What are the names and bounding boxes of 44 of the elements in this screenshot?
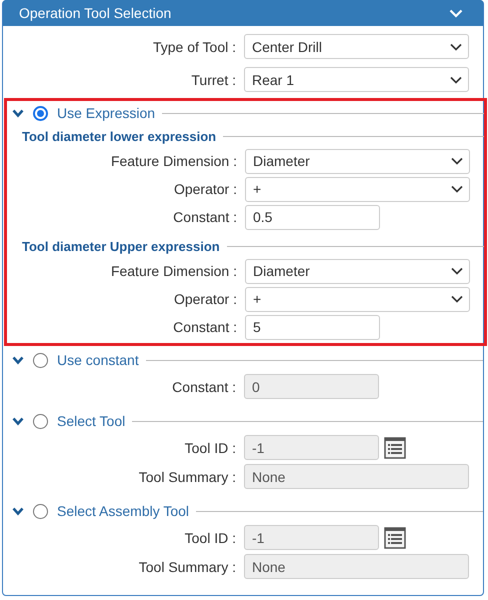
dropdown[interactable]: Center Drill [244,34,469,59]
caret-icon [451,295,463,303]
dropdown[interactable]: + [245,286,470,312]
chevron-icon[interactable] [12,416,24,426]
field-label: Turret : [190,72,237,88]
group-title: Tool diameter Upper expression [22,238,220,254]
caret-icon [450,42,462,50]
dropdown[interactable]: Diameter [245,148,470,174]
chevron-icon[interactable] [12,108,24,118]
radio-button[interactable] [33,504,48,518]
field-label: Feature Dimension : [110,153,238,169]
dropdown[interactable]: Diameter [245,258,470,284]
field-label: Constant : [172,319,238,335]
option-label[interactable]: Select Tool [57,413,126,429]
caret-icon [451,267,463,275]
caret-icon [451,185,463,193]
field-label: Type of Tool : [152,38,237,54]
field-label: Constant : [171,378,237,394]
field-label: Constant : [172,209,238,225]
panel-title: Operation Tool Selection [19,5,172,21]
caret-icon [450,76,462,84]
field-label: Operator : [172,291,238,307]
option-label[interactable]: Select Assembly Tool [57,503,190,519]
field-label: Operator : [172,181,238,197]
input-field[interactable]: 0.5 [245,204,380,230]
radio-button[interactable] [33,352,48,368]
field-label: Tool ID : [184,530,237,546]
list-icon[interactable] [384,436,406,458]
radio-button[interactable] [33,106,48,120]
chevron-icon[interactable] [12,506,24,516]
chevron-icon[interactable] [12,356,24,364]
field-label: Tool ID : [184,440,237,456]
option-label[interactable]: Use constant [57,352,139,368]
radio-button[interactable] [33,414,48,428]
field-label: Tool Summary : [138,468,237,484]
dropdown[interactable]: + [245,176,470,202]
list-icon[interactable] [384,526,406,548]
group-title: Tool diameter lower expression [22,128,216,144]
caret-icon [451,157,463,165]
option-label[interactable]: Use Expression [57,105,156,121]
dropdown[interactable]: Rear 1 [244,67,469,92]
field-label: Feature Dimension : [110,263,238,279]
field-label: Tool Summary : [138,558,237,574]
input-field[interactable]: 5 [245,314,380,340]
